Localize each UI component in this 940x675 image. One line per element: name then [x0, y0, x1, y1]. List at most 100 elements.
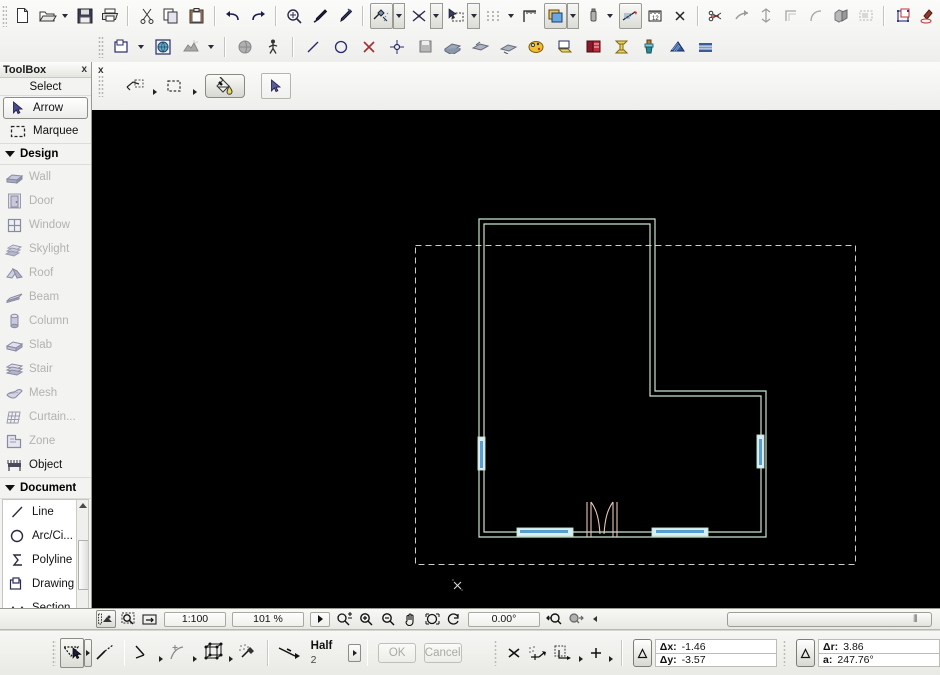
- cut-scissors-icon[interactable]: [135, 3, 158, 29]
- copy-icon[interactable]: [160, 3, 183, 29]
- coordinate-row[interactable]: Δr: 3.86: [818, 639, 940, 653]
- eyedropper-pick-icon[interactable]: [308, 3, 331, 29]
- marquee-caret-icon[interactable]: [467, 2, 480, 29]
- paint-bucket-icon[interactable]: [205, 74, 245, 98]
- intersect-trim-icon[interactable]: [407, 3, 430, 29]
- undo-icon[interactable]: [222, 3, 245, 29]
- zoom-out-icon[interactable]: [378, 610, 398, 628]
- drawing-window-icon[interactable]: [108, 34, 134, 60]
- arc-snap-icon[interactable]: [166, 638, 190, 668]
- new-document-icon[interactable]: [11, 3, 34, 29]
- back-arrow-icon[interactable]: [589, 612, 601, 626]
- angle-field[interactable]: 0.00°: [468, 611, 540, 627]
- rectangle-select-caret-icon[interactable]: [189, 71, 201, 101]
- arc-snap-caret-icon[interactable]: [191, 638, 199, 668]
- zoom-field[interactable]: 101 %: [232, 611, 304, 627]
- toolbox-group-document[interactable]: Document: [0, 477, 91, 499]
- profile-manager-icon[interactable]: [608, 34, 634, 60]
- marquee-select-icon[interactable]: [445, 3, 468, 29]
- line-segment-icon[interactable]: [93, 638, 117, 668]
- sidebar-item-roof[interactable]: Roof: [0, 261, 91, 285]
- sidebar-item-curtain-wall[interactable]: Curtain...: [0, 405, 91, 429]
- trim-cut-icon[interactable]: [705, 3, 728, 29]
- composite-icon[interactable]: [692, 34, 718, 60]
- eyedropper-inject-icon[interactable]: [333, 3, 356, 29]
- sidebar-item-door[interactable]: Door: [0, 189, 91, 213]
- scale-field[interactable]: 1:100: [164, 611, 226, 627]
- angle-snap-icon[interactable]: [132, 638, 156, 668]
- ok-button[interactable]: OK: [378, 643, 416, 663]
- next-view-icon[interactable]: [310, 611, 330, 627]
- pan-hand-icon[interactable]: [400, 610, 420, 628]
- print-icon[interactable]: [98, 3, 121, 29]
- add-node-icon[interactable]: [586, 638, 606, 668]
- walkthrough-icon[interactable]: [260, 34, 286, 60]
- snap-guide-icon[interactable]: [276, 638, 308, 668]
- layer-view-icon[interactable]: [96, 610, 116, 628]
- grid-snap-caret-icon[interactable]: [227, 638, 235, 668]
- polar-coords-grip[interactable]: [782, 640, 787, 666]
- zoom-next-icon[interactable]: [566, 610, 586, 628]
- layer-up-icon[interactable]: [468, 34, 494, 60]
- sidebar-item-wall[interactable]: Wall: [0, 165, 91, 189]
- intersect-caret-icon[interactable]: [430, 2, 443, 29]
- doc-toolbar-grip[interactable]: [98, 75, 104, 97]
- globe-publish-icon[interactable]: [150, 34, 176, 60]
- scrollbar-thumb[interactable]: [78, 540, 88, 590]
- orbit-rotate-icon[interactable]: [444, 610, 464, 628]
- sidebar-item-column[interactable]: Column: [0, 309, 91, 333]
- scroll-up-icon[interactable]: [77, 500, 88, 511]
- polygon-select-caret-icon[interactable]: [149, 71, 161, 101]
- special-snap-icon[interactable]: [526, 638, 550, 668]
- circle-draw-icon[interactable]: [328, 34, 354, 60]
- zoom-previous-icon[interactable]: [544, 610, 564, 628]
- magic-wand-caret-icon[interactable]: [392, 2, 406, 29]
- drawing-canvas[interactable]: [92, 110, 940, 615]
- layers-stack-icon[interactable]: [544, 2, 567, 29]
- fillet-arc-icon[interactable]: [805, 3, 828, 29]
- grid-snap-caret-icon[interactable]: [505, 3, 517, 29]
- sidebar-item-beam[interactable]: Beam: [0, 285, 91, 309]
- group-frame-icon[interactable]: [855, 3, 878, 29]
- grid-snap-icon[interactable]: [482, 3, 505, 29]
- sidebar-item-window[interactable]: Window: [0, 213, 91, 237]
- sidebar-item-object[interactable]: Object: [0, 453, 91, 477]
- render-3d-icon[interactable]: [178, 34, 204, 60]
- solid-operation-icon[interactable]: [830, 3, 853, 29]
- rectangle-select-icon[interactable]: [162, 73, 188, 99]
- rotate-node-icon[interactable]: [384, 34, 410, 60]
- zoom-in-icon[interactable]: [356, 610, 376, 628]
- sidebar-item-marquee[interactable]: Marquee: [3, 120, 88, 142]
- adjust-icon[interactable]: [755, 3, 778, 29]
- grid-snap-points-icon[interactable]: [200, 638, 226, 668]
- dimension-tool-icon[interactable]: [618, 2, 642, 29]
- close-icon[interactable]: x: [98, 65, 104, 76]
- magic-wand-select-icon[interactable]: [369, 2, 393, 29]
- coordinate-row[interactable]: Δx: -1.46: [654, 639, 777, 653]
- offset-corner-icon[interactable]: [780, 3, 803, 29]
- redo-icon[interactable]: [247, 3, 270, 29]
- palette-icon[interactable]: [524, 34, 550, 60]
- delta-polar-icon[interactable]: [796, 639, 816, 667]
- magic-wand-tool-icon[interactable]: [59, 638, 84, 668]
- render-caret-icon[interactable]: [204, 34, 218, 60]
- split-icon[interactable]: [730, 3, 753, 29]
- coordinate-row[interactable]: a: 247.76°: [818, 653, 940, 667]
- paintbrush-icon[interactable]: [636, 34, 662, 60]
- toolbox-scrollbar[interactable]: [76, 500, 88, 623]
- elevation-icon[interactable]: [440, 34, 466, 60]
- pointer-arrow-icon[interactable]: [261, 73, 291, 99]
- open-folder-icon[interactable]: [36, 3, 59, 29]
- book-library-icon[interactable]: [580, 34, 606, 60]
- pen-caret-icon[interactable]: [604, 3, 616, 29]
- line-draw-icon[interactable]: [300, 34, 326, 60]
- stack-layers-icon[interactable]: [552, 34, 578, 60]
- toolbar-grip[interactable]: [2, 4, 8, 27]
- toolbox-group-design[interactable]: Design: [0, 143, 91, 165]
- zoom-window-icon[interactable]: [118, 610, 138, 628]
- tool-settings-grip[interactable]: [52, 640, 56, 666]
- zoom-plus-minus-icon[interactable]: [334, 610, 354, 628]
- fit-in-window-icon[interactable]: [140, 610, 160, 628]
- coordinate-row[interactable]: Δy: -3.57: [654, 653, 777, 667]
- save-disk-icon[interactable]: [73, 3, 96, 29]
